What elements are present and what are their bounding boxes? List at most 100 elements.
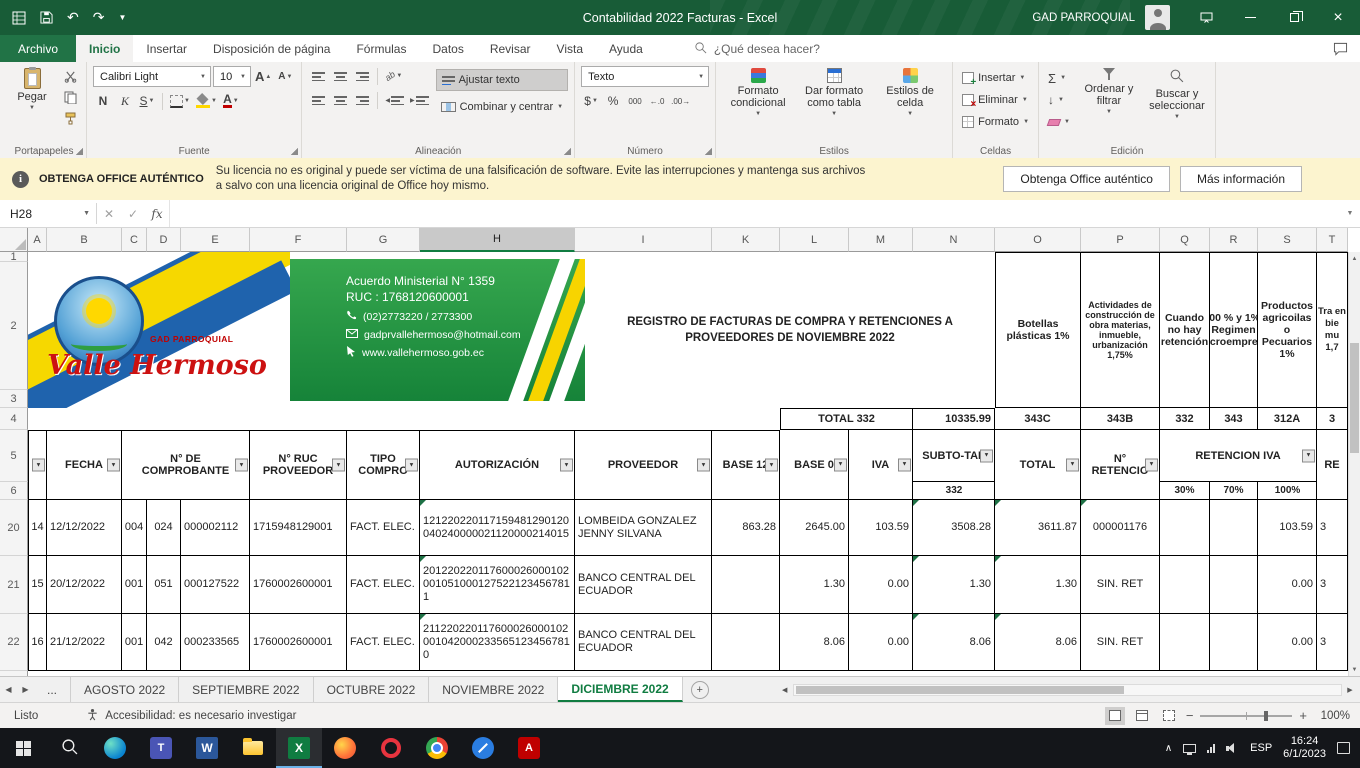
table-header-fecha[interactable]: FECHA▼: [47, 430, 122, 500]
normal-view-icon[interactable]: [1105, 707, 1125, 725]
cell-T22[interactable]: 3: [1317, 614, 1348, 671]
paste-button[interactable]: Pegar ▼: [8, 66, 56, 143]
decrease-indent-icon[interactable]: ◀: [383, 90, 406, 110]
cell-T21[interactable]: 3: [1317, 556, 1348, 614]
name-box[interactable]: H28▼: [0, 200, 96, 227]
tax-header-4[interactable]: 100 % y 1%- Regimen microempresa: [1210, 252, 1258, 408]
filter-icon[interactable]: ▼: [332, 459, 345, 472]
cell-C21[interactable]: 001: [122, 556, 147, 614]
cell-L21[interactable]: 1.30: [780, 556, 849, 614]
cell-A22[interactable]: 16: [28, 614, 47, 671]
cell-Q22[interactable]: [1160, 614, 1210, 671]
table-header-n-de-comprobante[interactable]: N° DE COMPROBANTE▼: [122, 430, 250, 500]
cell-code-2[interactable]: 343B: [1081, 408, 1160, 430]
cell-styles-button[interactable]: Estilos de celda▼: [874, 66, 946, 143]
cell-S20[interactable]: 103.59: [1258, 500, 1317, 556]
row-header-4[interactable]: 4: [0, 408, 28, 430]
cell-K21[interactable]: [712, 556, 780, 614]
cell-total-label[interactable]: TOTAL 332: [780, 408, 913, 430]
taskbar-app-acrobat[interactable]: A: [506, 728, 552, 768]
increase-decimal-icon[interactable]: ←.0: [647, 91, 667, 111]
column-header-R[interactable]: R: [1210, 228, 1258, 252]
cell-E21[interactable]: 000127522: [181, 556, 250, 614]
sort-filter-button[interactable]: Ordenar y filtrar▼: [1077, 66, 1141, 143]
display-icon[interactable]: [1183, 744, 1196, 753]
cell-B20[interactable]: 12/12/2022: [47, 500, 122, 556]
get-office-button[interactable]: Obtenga Office auténtico: [1003, 166, 1170, 192]
taskbar-search-button[interactable]: [46, 728, 92, 768]
filter-icon[interactable]: ▼: [1066, 458, 1079, 471]
filter-icon[interactable]: ▼: [1302, 449, 1315, 462]
taskbar-app-edge[interactable]: [92, 728, 138, 768]
tab-vista[interactable]: Vista: [544, 35, 596, 62]
format-as-table-button[interactable]: Dar formato como tabla▼: [798, 66, 870, 143]
align-middle-icon[interactable]: [330, 66, 350, 86]
close-button[interactable]: ×: [1316, 0, 1360, 35]
fill-button[interactable]: ↓▼: [1045, 90, 1073, 110]
font-name-select[interactable]: Calibri Light▼: [93, 66, 211, 87]
sheet-nav-right-icon[interactable]: ▶: [17, 677, 34, 702]
hscroll-left-icon[interactable]: ◀: [779, 686, 791, 694]
row-header-5[interactable]: 5: [0, 430, 28, 482]
column-header-B[interactable]: B: [47, 228, 122, 252]
tab-datos[interactable]: Datos: [419, 35, 476, 62]
cell-D21[interactable]: 051: [147, 556, 181, 614]
cell-F22[interactable]: 1760002600001: [250, 614, 347, 671]
cell-P22[interactable]: SIN. RET: [1081, 614, 1160, 671]
cell-H20[interactable]: 1212202201171594812901200402400000211200…: [420, 500, 575, 556]
select-all-corner[interactable]: [0, 228, 28, 252]
tab-revisar[interactable]: Revisar: [477, 35, 544, 62]
cell-code-3[interactable]: 332: [1160, 408, 1210, 430]
cell-G20[interactable]: FACT. ELEC.: [347, 500, 420, 556]
tax-header-1[interactable]: Botellas plásticas 1%: [995, 252, 1081, 408]
zoom-slider[interactable]: [1200, 715, 1292, 717]
filter-icon[interactable]: ▼: [834, 458, 847, 471]
table-header-retencion-iva[interactable]: RETENCION IVA▼30%70%100%: [1160, 430, 1317, 500]
sheet-tab-overflow[interactable]: ...: [34, 677, 71, 702]
format-cells-button[interactable]: Formato▼: [959, 112, 1032, 132]
orientation-icon[interactable]: ab▼: [383, 66, 404, 86]
zoom-level[interactable]: 100%: [1314, 710, 1350, 722]
restore-button[interactable]: [1272, 0, 1316, 35]
copy-icon[interactable]: [60, 87, 80, 107]
hscroll-thumb[interactable]: [796, 686, 1124, 694]
conditional-formatting-button[interactable]: Formato condicional▼: [722, 66, 794, 143]
expand-formula-bar-icon[interactable]: ▼: [1340, 200, 1360, 227]
cell-T20[interactable]: 3: [1317, 500, 1348, 556]
number-format-select[interactable]: Texto▼: [581, 66, 709, 87]
cell-I21[interactable]: BANCO CENTRAL DEL ECUADOR: [575, 556, 712, 614]
avatar[interactable]: [1145, 5, 1170, 30]
account-name[interactable]: GAD PARROQUIAL: [1032, 12, 1135, 24]
column-header-M[interactable]: M: [849, 228, 913, 252]
italic-button[interactable]: K: [115, 91, 135, 111]
merge-center-button[interactable]: Combinar y centrar▼: [436, 96, 569, 118]
align-left-icon[interactable]: [308, 90, 328, 110]
table-header-proveedor[interactable]: PROVEEDOR▼: [575, 430, 712, 500]
tell-me-search[interactable]: ¿Qué desea hacer?: [694, 35, 820, 62]
network-icon[interactable]: [1207, 744, 1215, 753]
action-center-icon[interactable]: [1337, 742, 1350, 754]
hscroll-right-icon[interactable]: ▶: [1344, 686, 1356, 694]
empty-range-a4-k4[interactable]: [28, 408, 780, 430]
clock[interactable]: 16:24 6/1/2023: [1283, 735, 1326, 761]
increase-font-size-icon[interactable]: A▲: [253, 67, 273, 87]
cell-L20[interactable]: 2645.00: [780, 500, 849, 556]
column-header-P[interactable]: P: [1081, 228, 1160, 252]
tab-f-rmulas[interactable]: Fórmulas: [343, 35, 419, 62]
taskbar-app-word[interactable]: W: [184, 728, 230, 768]
redo-icon[interactable]: ↷: [93, 9, 105, 26]
excel-logo-icon[interactable]: [12, 11, 26, 25]
undo-icon[interactable]: ↶: [67, 9, 79, 26]
accessibility-status[interactable]: Accesibilidad: es necesario investigar: [86, 708, 296, 724]
comma-style-icon[interactable]: 000: [625, 91, 645, 111]
filter-icon[interactable]: ▼: [898, 458, 911, 471]
row-header-1[interactable]: 1: [0, 252, 28, 262]
tab-insertar[interactable]: Insertar: [133, 35, 200, 62]
cell-R20[interactable]: [1210, 500, 1258, 556]
sub-header-100[interactable]: 100%: [1258, 482, 1317, 499]
zoom-out-icon[interactable]: −: [1186, 708, 1194, 723]
cell-E20[interactable]: 000002112: [181, 500, 250, 556]
scrollbar-thumb[interactable]: [1350, 343, 1359, 453]
filter-icon[interactable]: ▼: [235, 459, 248, 472]
taskbar-app-firefox[interactable]: [322, 728, 368, 768]
